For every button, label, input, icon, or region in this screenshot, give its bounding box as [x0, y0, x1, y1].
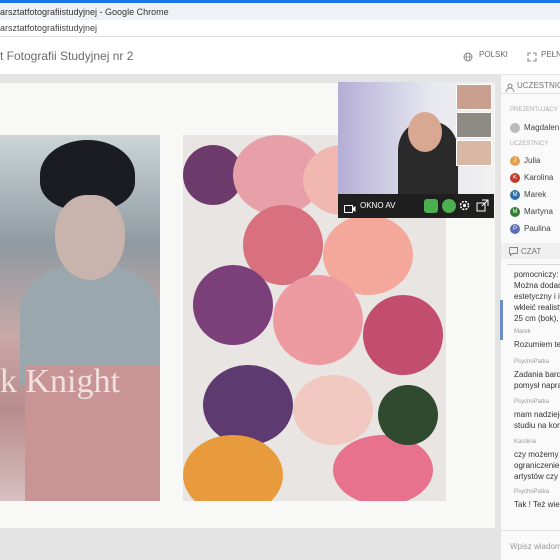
sidebar: UCZESTNIC PREZENTUJĄCY Magdalen UCZESTNI…	[500, 75, 560, 560]
address-bar[interactable]: arsztatfotografiistudyjnej	[0, 20, 560, 37]
video-toggle-icon[interactable]	[424, 199, 438, 213]
flower-leaf	[378, 385, 438, 445]
participant-name: Julia	[524, 156, 541, 166]
chat-line: pomysł napra	[514, 381, 560, 390]
chat-line: 25 cm (bok), 3	[514, 314, 560, 323]
chat-header-label: CZAT	[521, 247, 542, 256]
divider	[501, 93, 560, 94]
av-window-label: OKNO AV	[360, 201, 396, 210]
room-title: t Fotografii Studyjnej nr 2	[0, 49, 134, 63]
browser-title-bar: arsztatfotografiistudyjnej - Google Chro…	[0, 0, 560, 20]
participant-row[interactable]: J Julia	[510, 156, 540, 170]
chat-line: Można dodać	[514, 281, 560, 290]
portrait-face	[55, 195, 125, 280]
chat-message: Tak ! Też wied	[514, 499, 560, 510]
flower	[363, 295, 443, 375]
av-window[interactable]: OKNO AV	[338, 82, 494, 218]
chat-header[interactable]: CZAT	[501, 243, 560, 259]
participant-row[interactable]: P Paulina	[510, 224, 551, 238]
video-thumbnail-3[interactable]	[456, 140, 492, 166]
flower	[293, 375, 373, 445]
participant-row[interactable]: K Karolina	[510, 173, 553, 187]
flower	[333, 435, 433, 501]
avatar: P	[510, 224, 520, 234]
participant-name: Paulina	[524, 224, 551, 234]
participants-label: UCZESTNICY	[510, 141, 549, 147]
flower	[203, 365, 293, 445]
camera-icon[interactable]	[344, 201, 356, 218]
participant-row[interactable]: M Martyna	[510, 207, 553, 221]
chat-author: PsychoPatka	[514, 359, 550, 365]
chat-line: estetyczny i ir	[514, 292, 560, 301]
language-selector[interactable]: POLSKI	[479, 50, 508, 59]
fullscreen-button[interactable]: PEŁN	[541, 50, 560, 59]
chat-message: mam nadzieję studiu na kon	[514, 409, 560, 431]
chat-author: PsychoPatka	[514, 489, 550, 495]
divider	[501, 530, 560, 531]
chat-icon	[509, 247, 518, 258]
presenter-row[interactable]: Magdalen	[510, 123, 559, 137]
chat-author: Karolina	[514, 439, 537, 445]
chat-message: Rozumiem te	[514, 339, 560, 350]
chat-line: pomocniczy:	[514, 270, 559, 279]
chat-line: studiu na kon	[514, 421, 560, 430]
presenter-name: Magdalen	[524, 123, 560, 133]
flower	[193, 265, 273, 345]
chat-line: Rozumiem te	[514, 340, 560, 349]
globe-icon[interactable]	[463, 49, 473, 67]
participant-row[interactable]: M Marek	[510, 190, 546, 204]
chat-scrollbar[interactable]	[500, 300, 503, 340]
participant-name: Marek	[524, 190, 547, 200]
chat-line: wkleić realisty	[514, 303, 560, 312]
portrait-caption: k Knight	[0, 363, 120, 400]
avatar: K	[510, 173, 520, 183]
chat-message: czy możemy ograniczenie artystów czy j	[514, 449, 560, 482]
video-thumbnail-2[interactable]	[456, 112, 492, 138]
chat-line: mam nadzieję	[514, 410, 560, 419]
presenters-label: PREZENTUJĄCY	[510, 107, 558, 113]
participant-name: Martyna	[524, 207, 553, 217]
participants-header[interactable]: UCZESTNIC	[517, 81, 560, 90]
slide-image-portrait: k Knight	[0, 135, 160, 501]
flower	[273, 275, 363, 365]
chat-message: pomocniczy: Można dodać estetyczny i ir …	[514, 269, 560, 324]
avatar: J	[510, 156, 520, 166]
microphone-icon[interactable]	[442, 199, 456, 213]
participant-name: Karolina	[524, 173, 554, 183]
chat-line: czy możemy	[514, 450, 559, 459]
flower	[183, 435, 283, 501]
chat-line: artystów czy j	[514, 472, 560, 481]
avatar: M	[510, 207, 520, 217]
chat-line: ograniczenie	[514, 461, 560, 470]
avatar: M	[510, 190, 520, 200]
video-thumbnail-1[interactable]	[456, 84, 492, 110]
avatar	[510, 123, 520, 133]
video-participant-head	[408, 112, 442, 152]
chat-author: PsychoPatka	[514, 399, 550, 405]
app-header: t Fotografii Studyjnej nr 2 POLSKI PEŁN	[0, 37, 560, 75]
chat-author: Marek	[514, 329, 531, 335]
window-title: arsztatfotografiistudyjnej - Google Chro…	[0, 7, 169, 17]
chat-line: Tak ! Też wied	[514, 500, 560, 509]
chat-message: Zadania bardz pomysł napra	[514, 369, 560, 391]
url-text[interactable]: arsztatfotografiistudyjnej	[0, 23, 97, 33]
chat-input[interactable]: Wpisz wiadom	[510, 542, 560, 551]
fullscreen-icon[interactable]	[527, 49, 537, 67]
gear-icon[interactable]	[458, 199, 471, 217]
users-icon	[505, 80, 515, 98]
popout-icon[interactable]	[476, 199, 489, 217]
divider	[507, 264, 560, 265]
av-toolbar: OKNO AV	[338, 194, 494, 218]
chat-line: Zadania bardz	[514, 370, 560, 379]
